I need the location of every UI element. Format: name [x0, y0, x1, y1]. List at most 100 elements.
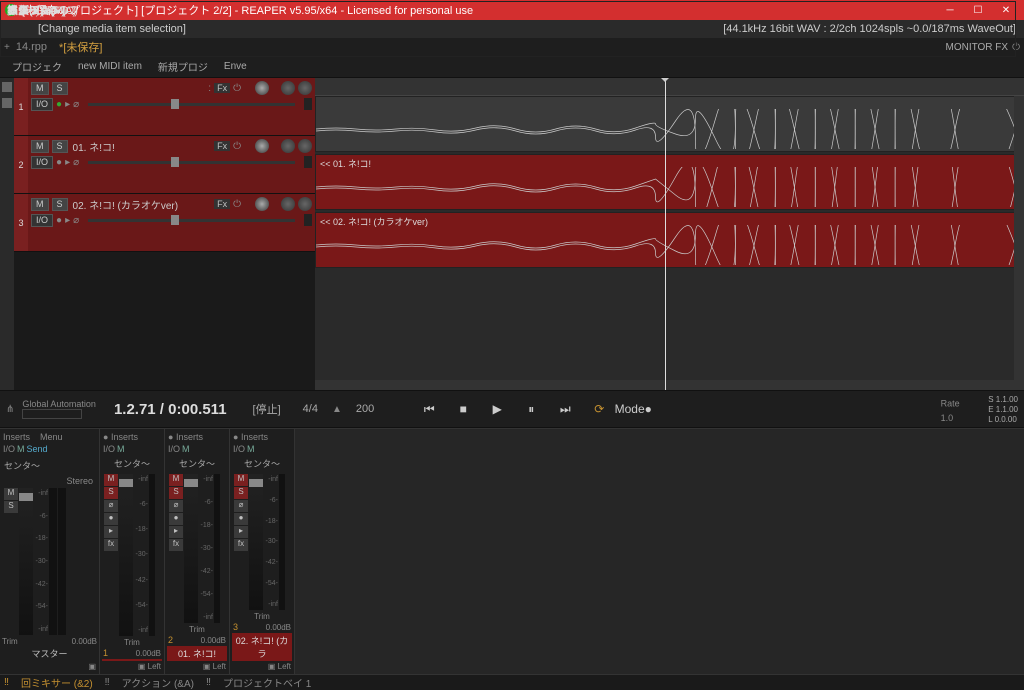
- track-row[interactable]: 2 M S 01. ネ!コ! Fx ⏻ I: [14, 136, 315, 194]
- db-readout[interactable]: 0.00dB: [266, 623, 291, 632]
- time-display[interactable]: 1.2.71 / 0:00.511: [104, 401, 237, 418]
- mute-button[interactable]: M: [31, 82, 49, 95]
- pan-knob[interactable]: [83, 457, 95, 469]
- toolbar-project[interactable]: プロジェク: [6, 57, 68, 76]
- recarm-button[interactable]: ●: [234, 513, 248, 525]
- io-button[interactable]: I/O: [168, 444, 180, 454]
- phase-icon[interactable]: ⌀: [73, 215, 79, 226]
- edit-cursor[interactable]: [665, 78, 666, 390]
- track-row[interactable]: 3 M S 02. ネ!コ! (カラオケver) Fx ⏻: [14, 194, 315, 252]
- dock-icon[interactable]: ‼: [206, 677, 211, 688]
- recmode-icon[interactable]: ▸: [65, 215, 70, 226]
- fx-in-icon[interactable]: ●: [103, 432, 108, 442]
- track-number[interactable]: 3: [14, 194, 28, 251]
- recarm-button[interactable]: ●: [104, 513, 118, 525]
- dock-tab-actions[interactable]: アクション (&A): [122, 675, 194, 690]
- track-name[interactable]: 02. ネ!コ! (カラオケver): [71, 197, 212, 212]
- tcp-icon-1[interactable]: [2, 82, 12, 92]
- repeat-button[interactable]: ⟳: [586, 398, 612, 420]
- recmon-button[interactable]: ▸: [104, 526, 118, 538]
- mixer-strip[interactable]: ● Inserts I/O M センタ～ M S ⌀ ● ▸ fx -inf-6…: [100, 429, 165, 674]
- pan-display[interactable]: センタ～: [167, 455, 227, 472]
- phase-icon[interactable]: ⌀: [73, 99, 79, 110]
- master-fader[interactable]: [19, 488, 33, 635]
- track-number[interactable]: 1: [14, 78, 28, 135]
- folder-icon[interactable]: ▣: [88, 662, 96, 671]
- mixer-strip[interactable]: ● Inserts I/O M センタ～ M S ⌀ ● ▸ fx -inf-6…: [165, 429, 230, 674]
- mono-button[interactable]: M: [247, 444, 255, 454]
- menu-button[interactable]: Menu: [39, 431, 64, 443]
- fx-button[interactable]: fx: [234, 539, 248, 551]
- volume-fader[interactable]: [184, 474, 198, 623]
- io-button[interactable]: I/O: [3, 444, 15, 454]
- trim-label[interactable]: Trim: [2, 637, 18, 646]
- recmode-icon[interactable]: ▸: [65, 157, 70, 168]
- phase-button[interactable]: ⌀: [169, 500, 183, 512]
- stereo-label[interactable]: Stereo: [2, 476, 97, 486]
- inserts-label[interactable]: Inserts: [176, 432, 203, 442]
- recmon-button[interactable]: ▸: [169, 526, 183, 538]
- toolbar-newproj[interactable]: 新規プロジ: [152, 57, 214, 76]
- io-button[interactable]: I/O: [31, 156, 53, 169]
- recmon-button[interactable]: ▸: [234, 526, 248, 538]
- phase-button[interactable]: ⌀: [234, 500, 248, 512]
- goto-start-button[interactable]: ⏮: [416, 398, 442, 420]
- track-name[interactable]: 01. ネ!コ!: [71, 139, 212, 154]
- automation-mode[interactable]: [22, 409, 82, 419]
- tempo-display[interactable]: 200: [350, 403, 380, 415]
- input-label[interactable]: Left: [278, 662, 291, 671]
- track-name[interactable]: 01. ネ!コ!: [167, 646, 227, 661]
- trim-label[interactable]: Trim: [167, 625, 227, 634]
- mono-button[interactable]: M: [182, 444, 190, 454]
- mixer-master-strip[interactable]: Inserts Menu I/O M Send センタ～ Stereo MS -…: [0, 429, 100, 674]
- recarm-button[interactable]: ●: [169, 513, 183, 525]
- fx-in-icon[interactable]: ●: [233, 432, 238, 442]
- trim-label[interactable]: Trim: [232, 612, 292, 621]
- io-button[interactable]: I/O: [31, 214, 53, 227]
- dock-icon[interactable]: ‼: [4, 677, 9, 688]
- folder-icon[interactable]: ▣: [268, 662, 276, 671]
- menu-help[interactable]: ヘルプ(H): [0, 1, 1016, 57]
- dock-tab-mixer[interactable]: 回ミキサー (&2): [21, 675, 93, 690]
- db-readout[interactable]: 0.00dB: [72, 637, 97, 646]
- trim-label[interactable]: Trim: [102, 638, 162, 647]
- fx-power-icon[interactable]: ⏻: [233, 141, 241, 152]
- recmon-icon[interactable]: ●: [56, 99, 62, 110]
- recmon-icon[interactable]: ●: [56, 215, 62, 226]
- fx-button[interactable]: fx: [104, 539, 118, 551]
- fx-button[interactable]: fx: [169, 539, 183, 551]
- width-knob[interactable]: [298, 197, 312, 211]
- fx-button[interactable]: Fx: [214, 199, 230, 209]
- mute-button[interactable]: M: [31, 198, 49, 211]
- pan-knob[interactable]: [281, 81, 295, 95]
- mixer-empty-area[interactable]: [295, 429, 1024, 674]
- trackfx-in-icon[interactable]: :: [208, 83, 211, 94]
- phase-icon[interactable]: ⌀: [73, 157, 79, 168]
- inserts-label[interactable]: Inserts: [111, 432, 138, 442]
- folder-icon[interactable]: ▣: [138, 662, 146, 671]
- toolbar-midi[interactable]: new MIDI item: [72, 60, 148, 73]
- pan-display[interactable]: センタ～: [4, 457, 40, 474]
- mute-button[interactable]: M: [104, 474, 118, 486]
- io-button[interactable]: I/O: [103, 444, 115, 454]
- fx-button[interactable]: Fx: [214, 83, 230, 93]
- mute-button[interactable]: M: [31, 140, 49, 153]
- volume-fader[interactable]: [88, 219, 295, 222]
- fx-button[interactable]: Fx: [214, 141, 230, 151]
- width-knob[interactable]: [298, 81, 312, 95]
- rate-knob[interactable]: [962, 395, 980, 413]
- io-button[interactable]: I/O: [31, 98, 53, 111]
- mute-button[interactable]: M: [234, 474, 248, 486]
- selection-start[interactable]: S 1.1.00: [988, 395, 1018, 404]
- arrange-view[interactable]: << 01. ネ!コ! << 02. ネ!コ! (カラオケver): [315, 78, 1024, 390]
- solo-button[interactable]: S: [52, 140, 68, 153]
- dock-icon[interactable]: ‼: [105, 677, 110, 688]
- track-number[interactable]: 2: [14, 136, 28, 193]
- volume-fader[interactable]: [88, 103, 295, 106]
- volume-fader[interactable]: [249, 474, 263, 610]
- play-button[interactable]: ▶: [484, 398, 510, 420]
- db-readout[interactable]: 0.00dB: [136, 649, 161, 658]
- io-button[interactable]: I/O: [233, 444, 245, 454]
- send-label[interactable]: Send: [27, 444, 48, 454]
- record-arm-button[interactable]: [255, 81, 269, 95]
